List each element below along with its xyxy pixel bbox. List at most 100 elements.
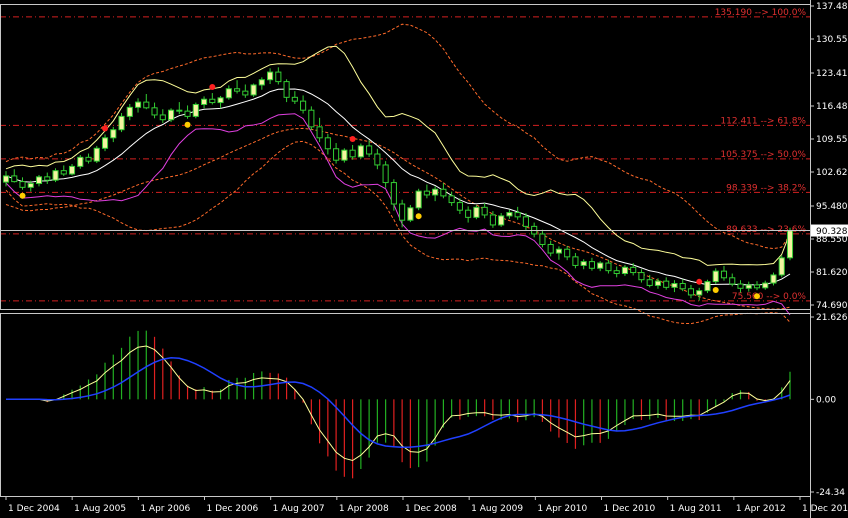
price-tick-label: 74.690 bbox=[816, 301, 848, 311]
price-tick-label: 81.620 bbox=[816, 268, 848, 278]
oscillator-tick-label: -24.34 bbox=[816, 488, 845, 498]
time-tick-label: 1 Apr 2008 bbox=[339, 504, 389, 514]
candle-body bbox=[778, 257, 785, 276]
candle-body bbox=[101, 137, 109, 149]
fractal-down-marker bbox=[753, 293, 760, 300]
candle-body bbox=[696, 290, 703, 296]
candle-body bbox=[481, 206, 488, 216]
time-tick-label: 1 Aug 2005 bbox=[74, 504, 126, 514]
candle-body bbox=[762, 282, 769, 289]
candle-body bbox=[258, 79, 265, 86]
candle-body bbox=[159, 114, 166, 121]
time-tick-label: 1 Dec 2004 bbox=[8, 504, 60, 514]
fib-level-label: 105.375 --> 50.0% bbox=[720, 150, 806, 160]
fractal-up-marker bbox=[696, 278, 703, 285]
candle-body bbox=[209, 98, 216, 104]
price-tick-label: 123.410 bbox=[816, 69, 848, 79]
candle-body bbox=[267, 71, 274, 81]
candle-body bbox=[407, 207, 414, 221]
candle-body bbox=[432, 188, 439, 196]
candle-body bbox=[745, 284, 752, 289]
fractal-up-marker bbox=[349, 135, 356, 142]
candle-body bbox=[27, 183, 34, 188]
candle-body bbox=[242, 90, 249, 96]
candle-body bbox=[366, 145, 373, 155]
candle-body bbox=[176, 109, 183, 112]
candle-body bbox=[110, 129, 117, 139]
fractal-down-marker bbox=[415, 213, 422, 220]
candle-body bbox=[729, 277, 736, 285]
candle-body bbox=[473, 206, 480, 218]
time-tick-label: 1 Apr 2012 bbox=[736, 504, 786, 514]
candle-body bbox=[118, 115, 125, 131]
candle-body bbox=[93, 147, 100, 162]
candle-body bbox=[646, 279, 653, 286]
candle-body bbox=[291, 96, 298, 102]
time-tick-label: 1 Apr 2010 bbox=[537, 504, 587, 514]
candle-body bbox=[588, 261, 595, 269]
candle-body bbox=[308, 109, 315, 128]
fractal-up-marker bbox=[102, 125, 109, 132]
candle-body bbox=[225, 88, 232, 99]
candle-body bbox=[456, 202, 463, 211]
candle-body bbox=[547, 243, 554, 254]
candle-body bbox=[167, 109, 175, 121]
fib-level-label: 98.339 --> 38.2% bbox=[726, 183, 806, 193]
chart-background bbox=[0, 0, 848, 518]
fractal-up-marker bbox=[209, 84, 216, 91]
candle-body bbox=[704, 281, 711, 292]
candle-body bbox=[184, 110, 191, 117]
candle-body bbox=[539, 233, 546, 245]
candle-body bbox=[770, 274, 777, 284]
candle-body bbox=[465, 209, 472, 218]
fib-level-label: 89.633 --> 23.6% bbox=[726, 225, 806, 235]
candle-body bbox=[126, 106, 133, 117]
candle-body bbox=[390, 182, 397, 205]
candle-body bbox=[597, 262, 604, 269]
candle-body bbox=[712, 270, 719, 283]
candle-body bbox=[2, 175, 10, 183]
candle-body bbox=[489, 214, 496, 226]
candle-body bbox=[630, 266, 637, 274]
candle-body bbox=[234, 88, 241, 92]
candle-body bbox=[605, 262, 612, 272]
candle-body bbox=[621, 266, 629, 275]
candle-body bbox=[201, 98, 208, 105]
candle-body bbox=[638, 272, 645, 281]
candle-body bbox=[85, 156, 92, 162]
candle-body bbox=[44, 176, 51, 181]
fib-level-label: 75.560 --> 0.0% bbox=[732, 292, 807, 302]
candle-body bbox=[250, 84, 257, 96]
fractal-down-marker bbox=[19, 192, 26, 199]
candle-body bbox=[572, 256, 579, 266]
candle-body bbox=[514, 212, 521, 218]
fib-level-label: 135.190 --> 100.0% bbox=[715, 8, 807, 18]
candle-body bbox=[440, 188, 447, 197]
price-tick-label: 130.550 bbox=[816, 35, 848, 45]
price-tick-label: 137.480 bbox=[816, 2, 848, 12]
candle-body bbox=[687, 288, 695, 296]
candle-body bbox=[720, 270, 728, 279]
candle-body bbox=[374, 153, 381, 166]
candle-body bbox=[679, 283, 686, 290]
price-tick-label: 102.620 bbox=[816, 168, 848, 178]
candle-body bbox=[333, 148, 340, 161]
candle-body bbox=[35, 176, 43, 185]
time-tick-label: 1 Dec 2008 bbox=[405, 504, 457, 514]
candle-body bbox=[671, 283, 678, 288]
candle-body bbox=[415, 190, 422, 209]
candle-body bbox=[357, 145, 364, 158]
candle-body bbox=[60, 170, 67, 175]
fractal-down-marker bbox=[712, 287, 719, 293]
candle-body bbox=[382, 164, 389, 184]
candle-body bbox=[151, 107, 158, 116]
price-tick-label: 95.480 bbox=[816, 202, 848, 212]
time-tick-label: 1 Apr 2006 bbox=[140, 504, 190, 514]
price-tick-label: 116.480 bbox=[816, 102, 848, 112]
candle-body bbox=[448, 195, 455, 204]
candle-body bbox=[316, 126, 323, 139]
candle-body bbox=[341, 149, 348, 161]
candle-body bbox=[192, 103, 199, 117]
candle-body bbox=[506, 212, 513, 217]
candle-body bbox=[753, 284, 761, 289]
